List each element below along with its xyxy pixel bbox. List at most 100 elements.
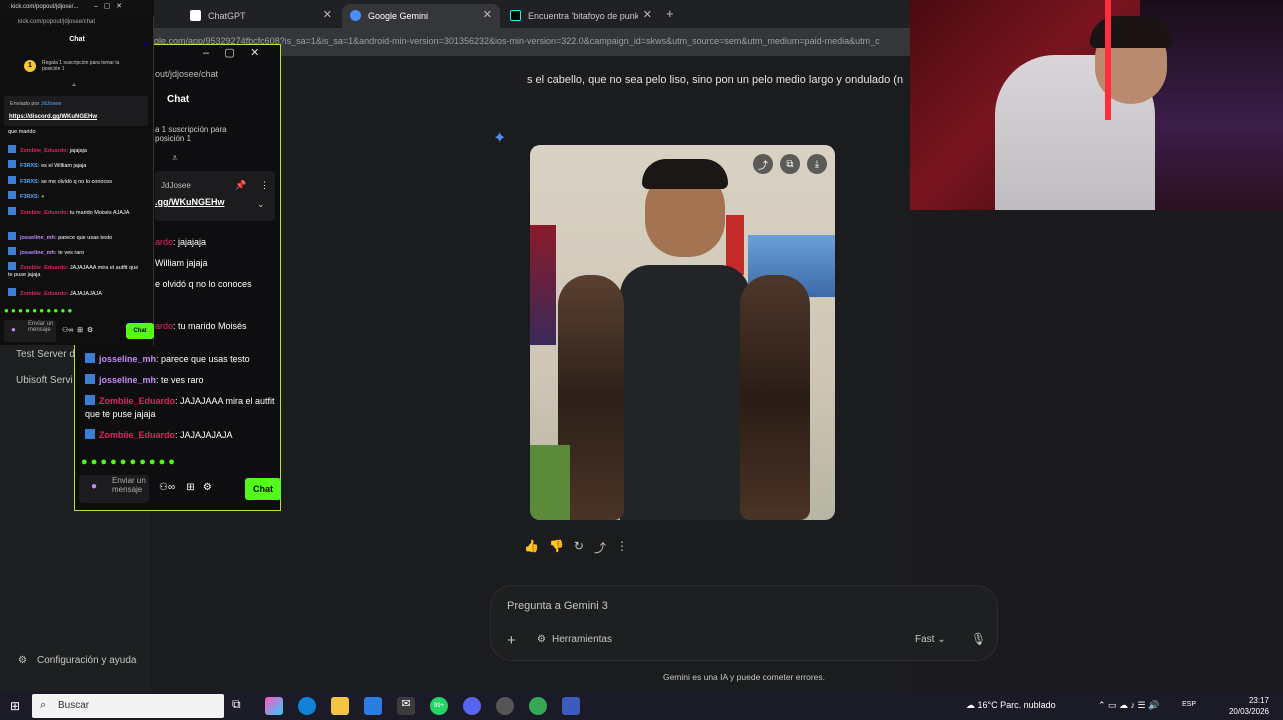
file-explorer-icon[interactable] — [331, 697, 349, 715]
pinned-user: JdJosee — [40, 101, 62, 107]
popout-url: out/jdjosee/chat — [155, 69, 219, 79]
window-controls[interactable]: – ▢ ✕ — [94, 2, 122, 10]
more-icon[interactable]: ⋮ — [260, 180, 269, 191]
badge-icon — [85, 353, 95, 363]
rank-badge: 1 — [24, 60, 36, 72]
chat-message: josseline_mh: parece que usas testo — [85, 353, 275, 366]
pinned-link[interactable]: .gg/WKuNGEHw — [155, 197, 225, 207]
store-icon[interactable] — [364, 697, 382, 715]
chat-line: William jajaja — [155, 258, 208, 268]
chevron-down-icon[interactable]: ⌄ — [257, 199, 265, 210]
date: 20/03/2026 — [1228, 707, 1269, 716]
generated-image[interactable]: ⤴ ⧉ ⤓ — [530, 145, 835, 520]
window-controls[interactable]: – ▢ ✕ — [203, 46, 259, 59]
badge-icon — [85, 374, 95, 384]
chat-message: F3RXS: es el William jajaja — [8, 160, 86, 169]
notification-badge: 99+ — [433, 703, 445, 709]
more-icon[interactable]: ⋮ — [616, 539, 628, 556]
new-tab-icon[interactable]: + — [666, 6, 674, 21]
chat-line: ardo: tu marido Moisés — [155, 321, 247, 331]
add-icon[interactable]: + — [507, 632, 516, 649]
pinned-link[interactable]: https://discord.gg/WKuNGEHw — [9, 114, 97, 120]
sidebar-item-test-server[interactable]: Test Server d — [16, 349, 75, 360]
pinned-message[interactable]: Enviado por JdJosee https://discord.gg/W… — [4, 96, 148, 126]
mic-icon[interactable]: 🎙 — [971, 632, 986, 646]
copilot-icon[interactable] — [265, 697, 283, 715]
tab-tiktok[interactable]: Encuentra 'bitafoyo de punk' en ... ✕ — [502, 4, 660, 28]
message-input[interactable]: ● Enviar un mensaje — [4, 320, 56, 342]
pinned-message[interactable]: JdJosee 📌 ⋮ .gg/WKuNGEHw ⌄ — [155, 171, 275, 221]
chat-message: Zombiie_Eduardo: JAJAJAAA mira el autfit… — [8, 262, 143, 279]
disclaimer: Gemini es una IA y puede cometer errores… — [662, 672, 826, 682]
share-icon[interactable]: ⤴ — [753, 154, 773, 174]
discord-icon[interactable] — [463, 697, 481, 715]
close-icon[interactable]: ✕ — [323, 8, 332, 21]
clock[interactable]: 23:17 20/03/2026 — [1229, 695, 1269, 717]
edge-icon[interactable] — [298, 697, 316, 715]
download-icon[interactable]: ⤓ — [807, 154, 827, 174]
settings-help-label: Configuración y ayuda — [36, 655, 137, 666]
chevron-down-icon[interactable]: ⩡ — [72, 82, 76, 90]
emote-bar[interactable]: ● ● ● ● ● ● ● ● ● ● — [81, 456, 175, 468]
chatgpt-icon — [190, 10, 201, 21]
whatsapp-icon[interactable]: 99+ — [430, 697, 448, 715]
sub-goal: Regala 1 suscripción para tomar la posic… — [42, 60, 120, 72]
tab-label: ChatGPT — [208, 11, 246, 21]
toolbar-icons[interactable]: ⚇∞ ⊞ ⚙ — [62, 326, 93, 334]
tab-gemini[interactable]: Google Gemini ✕ — [342, 4, 500, 28]
settings-help-item[interactable]: ⚙ Configuración y ayuda — [18, 655, 136, 666]
model-select[interactable]: Fast ⌄ — [915, 634, 946, 645]
app-icon[interactable] — [496, 697, 514, 715]
chevron-down-icon[interactable]: ⩡ — [172, 153, 178, 164]
regenerate-icon[interactable]: ↻ — [574, 539, 584, 556]
close-icon[interactable]: ✕ — [643, 8, 652, 21]
tiktok-icon — [510, 10, 521, 21]
chat-header: Chat — [167, 94, 190, 105]
thumbs-down-icon[interactable]: 👎 — [549, 539, 564, 556]
model-label: Fast — [915, 634, 935, 645]
prompt-input-box[interactable]: Pregunta a Gemini 3 + ⚙ Herramientas Fas… — [490, 585, 998, 661]
windows-start-icon[interactable]: ⊞ — [10, 699, 20, 713]
sidebar-item-ubisoft[interactable]: Ubisoft Servi — [16, 375, 73, 386]
weather-widget[interactable]: ☁ 16°C Parc. nublado — [966, 700, 1056, 711]
app-icon[interactable] — [562, 697, 580, 715]
chat-message: Zombiie_Eduardo: jajajaja — [8, 145, 87, 154]
chat-header: Chat — [69, 36, 85, 43]
gear-icon: ⚙ — [18, 655, 27, 666]
popout-url: kick.com/popout/jdjosee/chat — [18, 19, 96, 25]
chat-message: F3RXS: se me olvidó q no lo conoces — [8, 176, 112, 185]
language-indicator[interactable]: ESP — [1182, 701, 1196, 708]
search-icon: ⌕ — [40, 699, 47, 711]
gemini-spark-icon: ✦ — [493, 130, 507, 147]
message-placeholder: Enviar un mensaje — [28, 321, 54, 333]
pinned-by-label: Enviado por — [10, 101, 40, 107]
toolbar-icons[interactable]: ⚇∞ ⊞ ⚙ — [159, 482, 212, 493]
tab-chatgpt[interactable]: ChatGPT ✕ — [182, 4, 340, 28]
sub-goal-line1: a 1 suscripción para — [155, 125, 227, 134]
tools-button[interactable]: ⚙ Herramientas — [537, 634, 612, 645]
chat-send-button[interactable]: Chat — [245, 478, 281, 500]
mail-icon[interactable]: ✉ — [397, 697, 415, 715]
time: 23:17 — [1248, 696, 1269, 705]
tray-icons[interactable]: ⌃ ▭ ☁ ♪ ☰ 🔊 — [1098, 700, 1159, 711]
thumbs-up-icon[interactable]: 👍 — [524, 539, 539, 556]
tools-label: Herramientas — [551, 634, 612, 645]
chat-message: Zombiie_Eduardo: JAJAJAAA mira el autfit… — [85, 395, 275, 419]
tab-label: Google Gemini — [368, 11, 429, 21]
message-input[interactable]: ● Enviar un mensaje — [79, 475, 149, 503]
chat-message: Zombiie_Eduardo: tu marido Moisés AJAJA — [8, 207, 138, 217]
copy-icon[interactable]: ⧉ — [780, 154, 800, 174]
close-icon[interactable]: ✕ — [483, 8, 492, 21]
webcam-overlay — [910, 0, 1283, 210]
prompt-input[interactable]: Pregunta a Gemini 3 — [507, 600, 608, 612]
share-icon[interactable]: ⤴ — [594, 539, 606, 556]
emote-bar[interactable]: ● ● ● ● ● ● ● ● ● ● — [4, 306, 72, 315]
chat-message: que marido — [8, 129, 36, 135]
chat-message: Zombiie_Eduardo: JAJAJAJAJA — [85, 429, 275, 442]
chrome-icon[interactable] — [529, 697, 547, 715]
chat-send-button[interactable]: Chat — [126, 323, 154, 339]
badge-icon — [85, 429, 95, 439]
user-prompt: s el cabello, que no sea pelo liso, sino… — [527, 74, 904, 86]
task-view-icon[interactable]: ⧉ — [232, 697, 250, 715]
taskbar-search[interactable]: ⌕ Buscar — [32, 694, 224, 718]
